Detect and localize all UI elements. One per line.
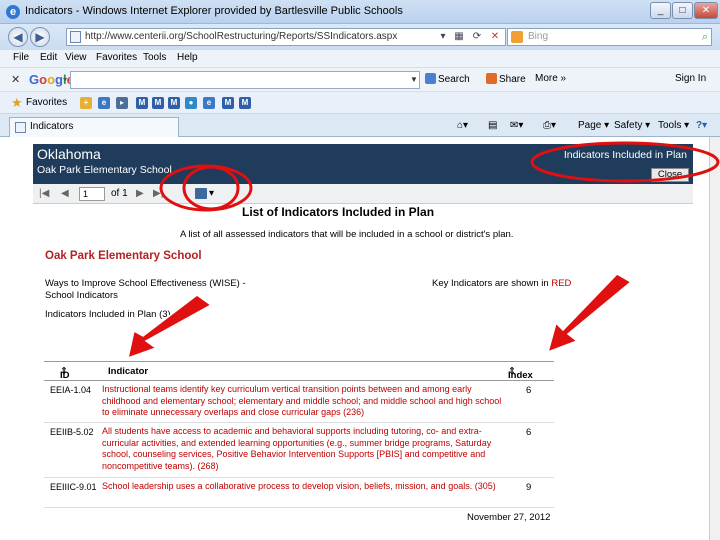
annotation-overlay — [126, 141, 720, 360]
highlight-ellipse — [182, 165, 240, 211]
arrow-icon — [126, 294, 213, 360]
highlight-ellipse — [530, 141, 720, 183]
arrow-icon — [546, 273, 633, 354]
